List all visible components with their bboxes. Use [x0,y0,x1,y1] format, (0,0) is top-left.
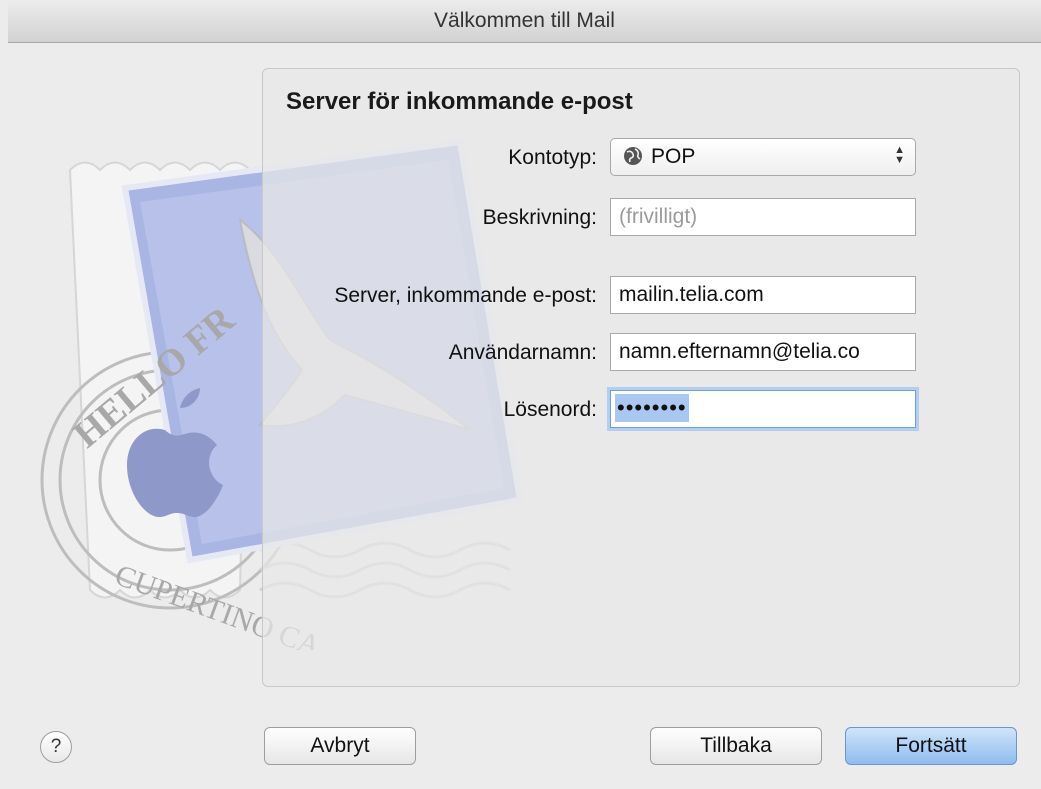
username-label: Användarnamn: [448,341,597,364]
window-title: Välkommen till Mail [8,0,1041,43]
incoming-server-input[interactable]: mailin.telia.com [610,276,916,314]
help-button[interactable]: ? [40,731,72,763]
account-type-select[interactable]: POP ▲ ▼ [610,138,916,176]
username-input[interactable]: namn.efternamn@telia.co [610,333,916,371]
globe-icon [624,147,642,165]
description-input[interactable]: (frivilligt) [610,198,916,236]
account-type-value: POP [651,145,696,168]
continue-button[interactable]: Fortsätt [845,727,1017,765]
password-label: Lösenord: [503,398,597,421]
description-label: Beskrivning: [482,206,597,229]
password-input[interactable]: •••••••• [610,390,916,428]
back-button[interactable]: Tillbaka [650,727,822,765]
password-value: •••••••• [615,394,689,422]
select-stepper-icon: ▲ ▼ [894,144,905,166]
description-placeholder: (frivilligt) [619,205,698,228]
account-type-label: Kontotyp: [508,146,597,169]
section-title: Server för inkommande e-post [286,88,633,115]
cancel-button[interactable]: Avbryt [264,727,416,765]
incoming-server-label: Server, inkommande e-post: [334,284,597,307]
